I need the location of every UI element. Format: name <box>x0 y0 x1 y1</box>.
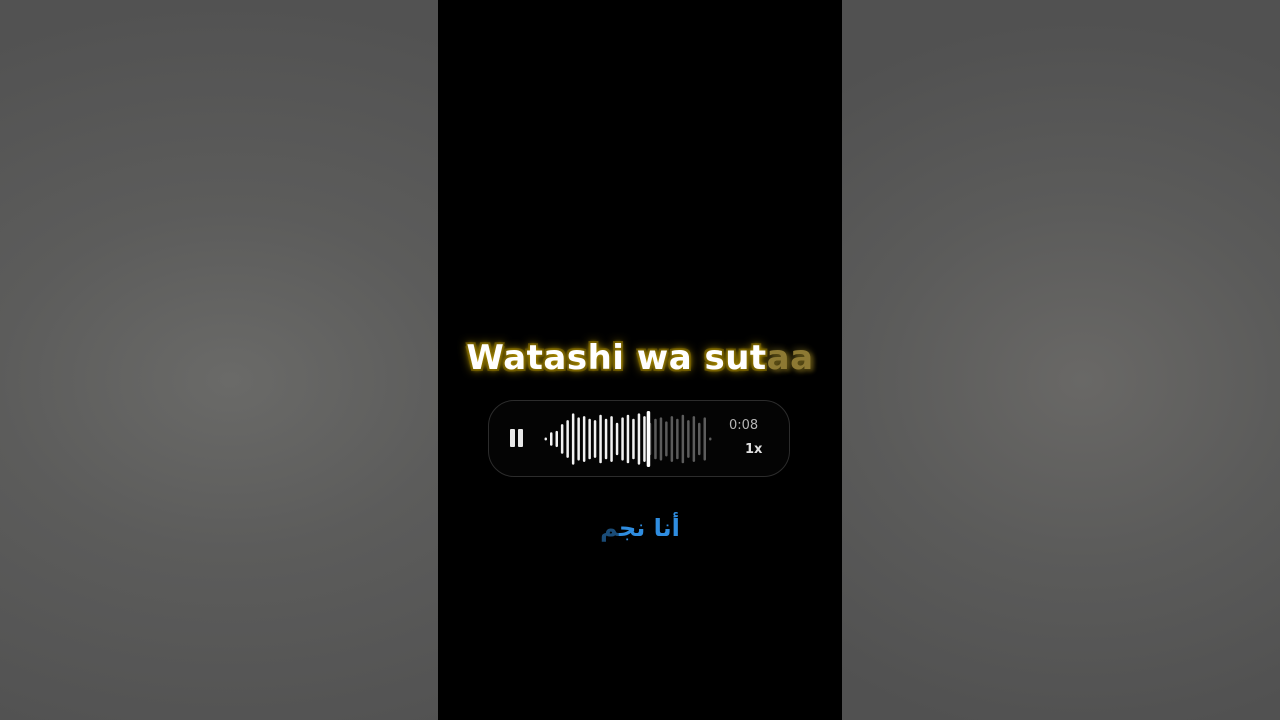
pause-icon-bar-right <box>518 429 523 447</box>
pause-button[interactable] <box>509 429 525 449</box>
waveform-bar <box>582 416 586 462</box>
waveform-bar <box>604 418 608 460</box>
waveform-bar <box>703 417 706 461</box>
waveform-bar <box>626 414 630 464</box>
waveform-bar <box>550 432 553 446</box>
waveform-scrubber[interactable] <box>543 409 713 469</box>
waveform-bar <box>610 416 613 462</box>
waveform-bar <box>692 416 696 462</box>
translation-sung-part: أنا نج <box>618 514 680 542</box>
waveform-bar <box>637 413 641 465</box>
waveform-bar <box>560 424 564 454</box>
waveform-bar <box>599 414 602 464</box>
waveform-bar <box>659 417 663 461</box>
waveform-bar <box>588 418 591 460</box>
playback-speed-button[interactable]: 1x <box>745 442 762 457</box>
waveform-bar <box>687 420 690 458</box>
voice-message-player: 0:08 1x <box>488 400 790 477</box>
video-frame: Watashi wa sutaa 0:08 1x أنا نجم <box>438 0 842 720</box>
waveform-bar <box>698 422 701 456</box>
waveform-bar <box>670 416 674 462</box>
waveform-bar <box>555 430 558 448</box>
waveform-bar <box>665 421 668 457</box>
waveform-playhead[interactable] <box>646 411 651 467</box>
waveform-bar <box>577 417 580 461</box>
waveform-bar <box>709 437 712 441</box>
waveform-bar <box>676 418 679 460</box>
waveform-bar <box>615 422 619 456</box>
lyric-line: Watashi wa sutaa <box>438 338 842 378</box>
waveform-bar <box>544 437 547 441</box>
translation-unsung-part: م <box>600 514 619 542</box>
waveform-bar <box>566 420 569 458</box>
lyric-sung-part: Watashi wa sut <box>466 338 767 378</box>
pause-icon-bar-left <box>510 429 515 447</box>
translation-line: أنا نجم <box>438 514 842 542</box>
waveform-bar <box>681 414 685 464</box>
duration-label: 0:08 <box>729 418 759 433</box>
waveform-bar <box>593 420 597 458</box>
blurred-background-right <box>842 0 1280 720</box>
waveform-bar <box>654 418 657 460</box>
waveform-bar <box>571 413 575 465</box>
waveform-bar <box>643 416 646 462</box>
waveform-bar <box>621 417 624 461</box>
lyric-unsung-part: aa <box>766 338 814 378</box>
waveform-bar <box>632 418 635 460</box>
